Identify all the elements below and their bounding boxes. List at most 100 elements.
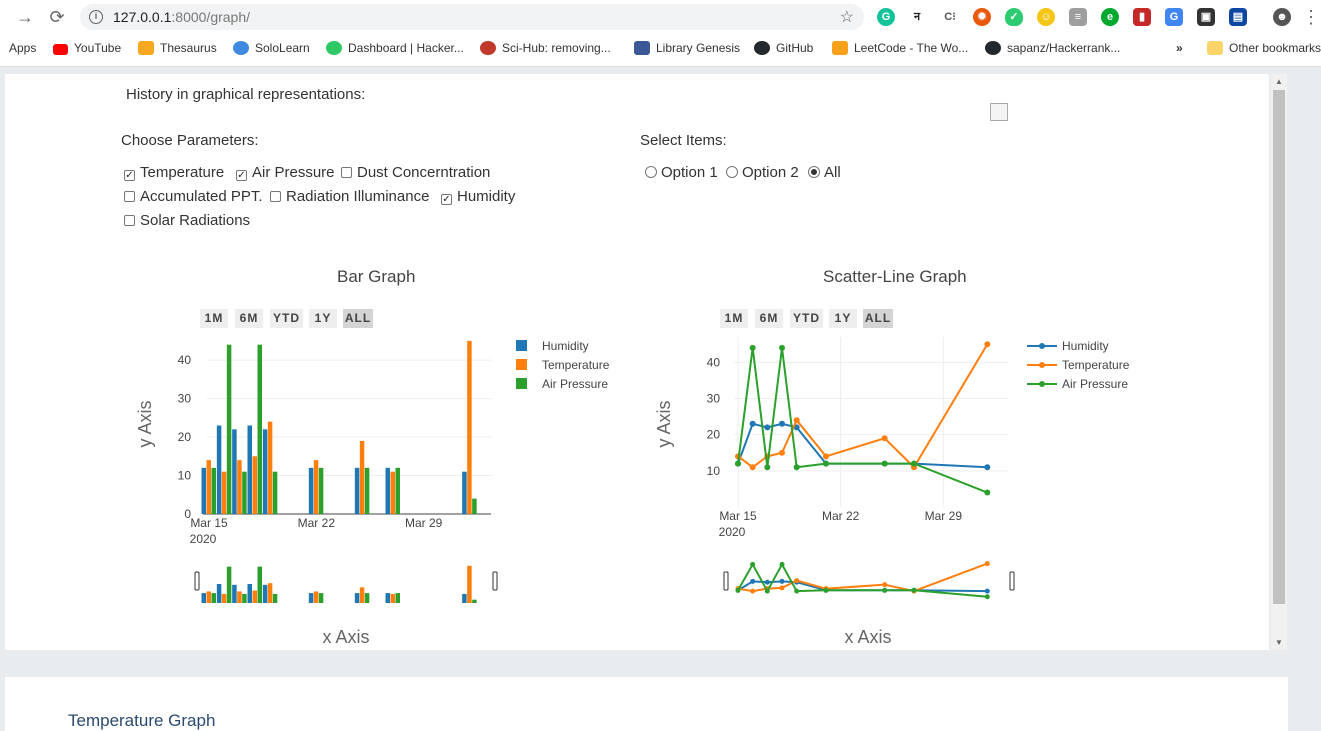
param-radiation-illuminance[interactable]: Radiation Illuminance: [270, 188, 429, 205]
checkbox[interactable]: [124, 191, 135, 202]
bar-range-all-button[interactable]: ALL: [343, 309, 373, 328]
scroll-thumb[interactable]: [1273, 90, 1285, 604]
bar-range-ytd-button[interactable]: YTD: [270, 309, 303, 328]
translate-icon[interactable]: G: [1165, 8, 1183, 26]
bookmark-label: SoloLearn: [255, 41, 310, 55]
radio[interactable]: [726, 166, 738, 178]
checkbox[interactable]: [124, 215, 135, 226]
checkbox[interactable]: ✓: [441, 194, 452, 205]
param-label: Dust Concerntration: [357, 164, 491, 181]
temperature-graph-heading: Temperature Graph: [68, 711, 216, 730]
bookmarks-bar: Apps YouTube Thesaurus SoloLearn Dashboa…: [0, 34, 1321, 67]
line-range-all-button[interactable]: ALL: [863, 309, 893, 328]
bar-range-1y-button[interactable]: 1Y: [309, 309, 337, 328]
bar-range-1m-button[interactable]: 1M: [200, 309, 228, 328]
items-label: Select Items:: [640, 132, 727, 149]
bookmark-leetcode[interactable]: LeetCode - The Wo...: [832, 41, 968, 55]
param-air-pressure[interactable]: ✓ Air Pressure: [236, 164, 335, 181]
param-temperature[interactable]: ✓ Temperature: [124, 164, 224, 181]
item-option-2[interactable]: Option 2: [726, 164, 799, 181]
broken-image-icon: [990, 103, 1008, 121]
bookmark-scihub[interactable]: Sci-Hub: removing...: [480, 41, 611, 55]
page-heading: History in graphical representations:: [126, 86, 366, 103]
forward-icon[interactable]: →: [14, 6, 36, 28]
param-label: Accumulated PPT.: [140, 188, 263, 205]
sololearn-icon: [233, 41, 249, 55]
address-url[interactable]: 127.0.0.1:8000/graph/: [113, 9, 250, 25]
checkbox[interactable]: ✓: [236, 170, 247, 181]
bookmark-label: Library Genesis: [656, 41, 741, 55]
package-ext-icon[interactable]: ▣: [1197, 8, 1215, 26]
bookmark-label: Other bookmarks: [1229, 41, 1321, 55]
item-label: Option 2: [742, 164, 799, 181]
shield-ext-icon[interactable]: ✓: [1005, 8, 1023, 26]
bookmark-apps[interactable]: Apps: [9, 41, 36, 55]
item-all[interactable]: All: [808, 164, 841, 181]
bookmarks-overflow-button[interactable]: »: [1176, 41, 1183, 55]
book-ext-icon[interactable]: ▮: [1133, 8, 1151, 26]
scroll-up-icon[interactable]: ▲: [1275, 77, 1283, 86]
bookmark-label: Dashboard | Hacker...: [348, 41, 464, 55]
hackerrank-icon: [326, 41, 342, 55]
line-range-6m-button[interactable]: 6M: [755, 309, 783, 328]
radio[interactable]: [645, 166, 657, 178]
menu-ext-icon[interactable]: ≡: [1069, 8, 1087, 26]
param-accumulated-ppt[interactable]: Accumulated PPT.: [124, 188, 263, 205]
bookmark-sololearn[interactable]: SoloLearn: [233, 41, 310, 55]
bookmark-label: Apps: [9, 41, 37, 55]
address-bar[interactable]: i 127.0.0.1:8000/graph/ ☆: [80, 4, 864, 30]
site-info-icon[interactable]: i: [89, 10, 103, 24]
bookmark-libgen[interactable]: Library Genesis: [634, 41, 740, 55]
other-bookmarks[interactable]: Other bookmarks: [1207, 41, 1321, 55]
calendar-ext-icon[interactable]: ▤: [1229, 8, 1247, 26]
params-label: Choose Parameters:: [121, 132, 259, 149]
folder-icon: [1207, 41, 1223, 55]
param-label: Solar Radiations: [140, 212, 251, 229]
checkbox[interactable]: [341, 167, 352, 178]
bar-range-6m-button[interactable]: 6M: [235, 309, 263, 328]
browser-toolbar: → ⟳ i 127.0.0.1:8000/graph/ ☆ G न C⁝ ✹ ✓…: [0, 0, 1321, 34]
url-host: 127.0.0.1: [113, 9, 172, 25]
hindi-ext-icon[interactable]: न: [908, 8, 926, 26]
inner-scrollbar[interactable]: ▲ ▼: [1271, 74, 1287, 650]
grammarly-icon[interactable]: G: [877, 8, 895, 26]
bookmark-youtube[interactable]: YouTube: [53, 41, 121, 55]
bookmark-label: Sci-Hub: removing...: [502, 41, 611, 55]
bookmark-hackerrank[interactable]: Dashboard | Hacker...: [326, 41, 464, 55]
github-icon: [754, 41, 770, 55]
libgen-icon: [634, 41, 650, 55]
line-range-1y-button[interactable]: 1Y: [829, 309, 857, 328]
reload-icon[interactable]: ⟳: [46, 6, 68, 28]
chrome-menu-icon[interactable]: ⋮: [1302, 6, 1320, 28]
bookmark-github[interactable]: GitHub: [754, 41, 813, 55]
item-option-1[interactable]: Option 1: [645, 164, 718, 181]
param-dust[interactable]: Dust Concerntration: [341, 164, 490, 181]
checkbox[interactable]: ✓: [124, 170, 135, 181]
evernote-icon[interactable]: e: [1101, 8, 1119, 26]
scroll-down-icon[interactable]: ▼: [1275, 638, 1283, 647]
param-label: Temperature: [140, 164, 225, 181]
bookmark-label: sapanz/Hackerrank...: [1007, 41, 1121, 55]
checkbox[interactable]: [270, 191, 281, 202]
youtube-icon: [53, 44, 68, 55]
param-humidity[interactable]: ✓ Humidity: [441, 188, 515, 205]
param-label: Air Pressure: [252, 164, 335, 181]
bookmark-sapanz[interactable]: sapanz/Hackerrank...: [985, 41, 1120, 55]
line-range-1m-button[interactable]: 1M: [720, 309, 748, 328]
profile-avatar[interactable]: ☻: [1273, 8, 1291, 26]
url-path: :8000/graph/: [171, 9, 251, 25]
fire-ext-icon[interactable]: ✹: [973, 8, 991, 26]
param-solar-radiations[interactable]: Solar Radiations: [124, 212, 250, 229]
bookmark-star-icon[interactable]: ☆: [840, 7, 854, 27]
bookmark-thesaurus[interactable]: Thesaurus: [138, 41, 217, 55]
emoji-ext-icon[interactable]: ☺: [1037, 8, 1055, 26]
css-ext-icon[interactable]: C⁝: [941, 8, 959, 26]
line-range-ytd-button[interactable]: YTD: [790, 309, 823, 328]
radio[interactable]: [808, 166, 820, 178]
line-graph-title: Scatter-Line Graph: [823, 267, 967, 286]
bookmark-label: YouTube: [74, 41, 122, 55]
item-label: All: [824, 164, 841, 181]
thesaurus-icon: [138, 41, 154, 55]
github-icon: [985, 41, 1001, 55]
bookmark-label: Thesaurus: [160, 41, 217, 55]
